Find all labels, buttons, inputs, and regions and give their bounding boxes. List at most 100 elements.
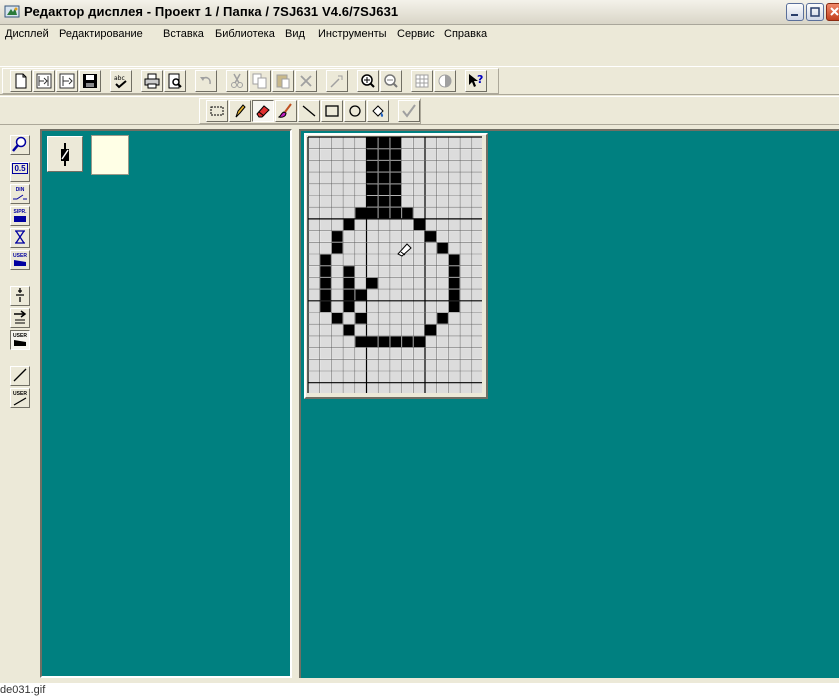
scale-button[interactable]: 0.5 [10,162,30,182]
hourglass-icon [15,230,25,244]
pixel-off [472,313,483,324]
pixel-off [308,160,320,172]
pixel-off [378,348,390,359]
undo-button[interactable] [195,70,217,92]
pixel-grid[interactable] [306,135,485,395]
symbol-tile[interactable] [47,136,83,172]
brush-button[interactable] [275,100,297,122]
connection-button[interactable] [10,286,30,306]
maximize-button[interactable] [806,3,824,21]
pixel-on [448,254,460,266]
pixel-on [343,266,355,277]
user-line-button[interactable]: USER [10,388,30,408]
pixel-off [331,383,343,394]
fill-button[interactable] [367,100,389,122]
apply-button[interactable] [398,100,420,122]
pixel-off [448,149,460,160]
grid-icon [415,74,429,88]
save-button[interactable] [79,70,101,92]
pixel-off [320,371,331,383]
arrow-button[interactable] [10,308,30,328]
eraser-button[interactable] [252,100,274,122]
user-label-1: USER [13,253,27,259]
pixel-off [437,336,448,348]
pixel-off [448,160,460,172]
ellipse-button[interactable] [344,100,366,122]
pixel-on [367,196,378,207]
pixel-off [402,301,413,312]
pixel-on [367,172,378,184]
pixel-off [390,219,402,231]
help-pointer-button[interactable]: ? [465,70,487,92]
sipr-symbol-button[interactable]: SIPR. [10,206,30,226]
pixel-off [437,289,448,301]
copy-button[interactable] [249,70,271,92]
close-button[interactable] [826,3,839,21]
user-symbol-button-2[interactable]: USER [10,330,30,350]
zoom-in-icon [361,74,375,88]
pixel-off [413,137,425,149]
pixel-off [343,160,355,172]
pixel-off [448,184,460,195]
user-block-icon [14,340,26,346]
spellcheck-button[interactable]: abc [110,70,132,92]
properties-button[interactable] [326,70,348,92]
print-button[interactable] [141,70,163,92]
import-button[interactable] [33,70,55,92]
din-label: DIN [15,187,25,193]
export-button[interactable] [56,70,78,92]
title-bar[interactable]: Редактор дисплея - Проект 1 / Папка / 7S… [0,0,839,25]
pixel-off [355,324,366,336]
pixel-off [378,254,390,266]
pixel-off [355,348,366,359]
pixel-off [320,231,331,242]
panel-splitter[interactable] [292,129,299,678]
magnifier-button[interactable] [10,135,30,155]
pixel-on [378,336,390,348]
menu-service[interactable]: Сервис [397,28,435,40]
pixel-off [331,149,343,160]
menu-display[interactable]: Дисплей [5,28,49,40]
diagonal-line-button[interactable] [10,366,30,386]
pixel-off [343,359,355,371]
rectangle-button[interactable] [321,100,343,122]
menu-tools[interactable]: Инструменты [318,28,387,40]
pixel-on [355,336,366,348]
line-button[interactable] [298,100,320,122]
pixel-off [355,383,366,394]
menu-view[interactable]: Вид [285,28,305,40]
pixel-off [472,348,483,359]
delete-button[interactable] [295,70,317,92]
ellipse-icon [349,105,361,117]
pixel-on [320,301,331,312]
din-symbol-button[interactable]: DIN [10,184,30,204]
print-preview-icon [168,73,182,89]
pixel-off [413,348,425,359]
export-icon [59,73,75,89]
contrast-button[interactable] [434,70,456,92]
user-symbol-button-1[interactable]: USER [10,250,30,270]
hourglass-button[interactable] [10,228,30,248]
select-rect-button[interactable] [206,100,228,122]
new-button[interactable] [10,70,32,92]
cut-button[interactable] [226,70,248,92]
minimize-button[interactable] [786,3,804,21]
pixel-off [437,184,448,195]
pixel-off [460,324,472,336]
pixel-off [413,254,425,266]
grid-button[interactable] [411,70,433,92]
menu-help[interactable]: Справка [444,28,487,40]
paste-button[interactable] [272,70,294,92]
window-title: Редактор дисплея - Проект 1 / Папка / 7S… [24,4,399,19]
pixel-on [343,301,355,312]
print-preview-button[interactable] [164,70,186,92]
scale-label: 0.5 [12,163,28,174]
zoom-out-button[interactable] [380,70,402,92]
pixel-off [355,242,366,254]
menu-insert[interactable]: Вставка [163,28,204,40]
menu-library[interactable]: Библиотека [215,28,275,40]
zoom-in-button[interactable] [357,70,379,92]
pencil-button[interactable] [229,100,251,122]
menu-edit[interactable]: Редактирование [59,28,143,40]
color-swatch[interactable] [91,135,129,175]
